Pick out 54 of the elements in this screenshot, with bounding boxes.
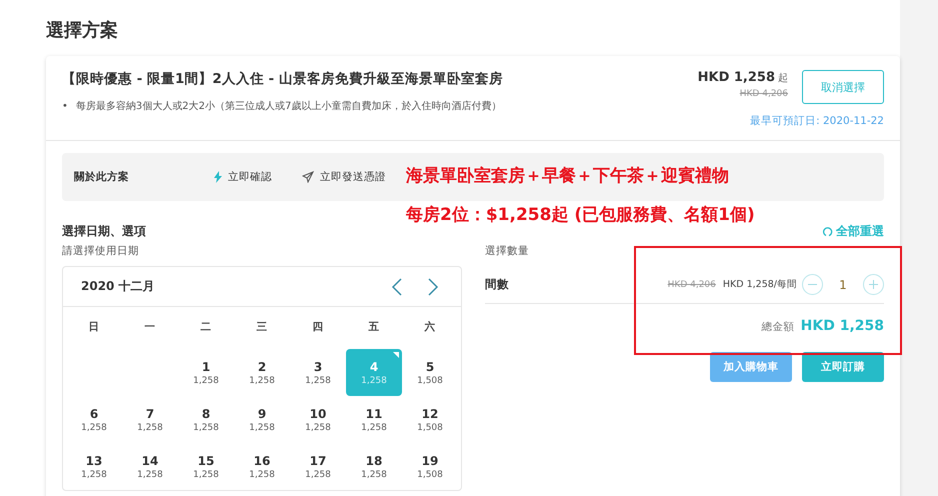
calendar-day[interactable]: 13 1,258	[66, 443, 122, 490]
chevron-left-icon	[391, 278, 403, 296]
lightning-icon	[214, 171, 222, 183]
calendar-day[interactable]: 17 1,258	[290, 443, 346, 490]
weekday-label: 三	[256, 320, 268, 335]
plus-icon	[868, 279, 879, 290]
annotation-text: 每房2位：$1,258起 (已包服務費、名額1個)	[406, 204, 755, 226]
calendar-month: 2020 十二月	[81, 278, 156, 295]
quantity-value: 1	[838, 278, 848, 292]
calendar-day[interactable]: 5 1,508	[402, 349, 458, 396]
weekday-label: 二	[200, 320, 212, 335]
section-title: 選擇日期、選項	[62, 223, 146, 240]
info-label: 關於此方案	[74, 170, 130, 184]
calendar-day[interactable]: 12 1,508	[402, 396, 458, 443]
calendar-day[interactable]: 7 1,258	[122, 396, 178, 443]
calendar-day[interactable]: 6 1,258	[66, 396, 122, 443]
calendar-day[interactable]: 9 1,258	[234, 396, 290, 443]
calendar-day[interactable]: 10 1,258	[290, 396, 346, 443]
calendar-day[interactable]: 3 1,258	[290, 349, 346, 396]
calendar-day[interactable]: 14 1,258	[122, 443, 178, 490]
feature-text: 立即確認	[228, 170, 272, 184]
send-icon	[302, 171, 314, 183]
rooms-label: 間數	[485, 277, 510, 292]
original-price: HKD 4,206	[740, 89, 788, 99]
bullet-marker: •	[62, 100, 68, 114]
weekday-label: 六	[423, 320, 436, 335]
corner-mark-icon	[393, 352, 399, 358]
calendar-day[interactable]: 1 1,258	[178, 349, 234, 396]
chevron-right-icon	[427, 278, 439, 296]
annotation-text: 海景單卧室套房＋早餐＋下午茶＋迎賓禮物	[406, 165, 730, 187]
package-price: HKD 1,258 起	[698, 70, 788, 85]
total-label: 總金額	[762, 320, 795, 334]
original-unit-price: HKD 4,206	[668, 280, 716, 290]
weekday-label: 日	[88, 320, 100, 335]
calendar-day[interactable]: 19 1,508	[402, 443, 458, 490]
total-amount: HKD 1,258	[800, 318, 884, 334]
weekday-label: 五	[368, 320, 380, 335]
feature-text: 立即發送憑證	[320, 170, 386, 184]
calendar-day[interactable]: 11 1,258	[346, 396, 402, 443]
calendar-day[interactable]: 15 1,258	[178, 443, 234, 490]
calendar-label: 請選擇使用日期	[62, 244, 140, 258]
unit-price: HKD 1,258/每間	[722, 278, 797, 291]
weekday-label: 四	[312, 320, 324, 335]
quantity-label: 選擇數量	[485, 244, 530, 258]
refresh-icon	[823, 226, 833, 237]
calendar-day[interactable]: 18 1,258	[346, 443, 402, 490]
earliest-date: 最早可預訂日: 2020-11-22	[749, 114, 884, 128]
calendar-day[interactable]: 16 1,258	[234, 443, 290, 490]
calendar-day[interactable]: 8 1,258	[178, 396, 234, 443]
page-title: 選擇方案	[46, 19, 119, 42]
package-title: 【限時優惠 - 限量1間】2人入住 - 山景客房免費升級至海景單卧室套房	[62, 70, 504, 88]
weekday-label: 一	[144, 320, 156, 335]
calendar-day[interactable]: 2 1,258	[234, 349, 290, 396]
package-note: 每房最多容納3個大人或2大2小（第三位成人或7歲以上小童需自費加床，於入住時向酒店付費）	[76, 100, 502, 114]
